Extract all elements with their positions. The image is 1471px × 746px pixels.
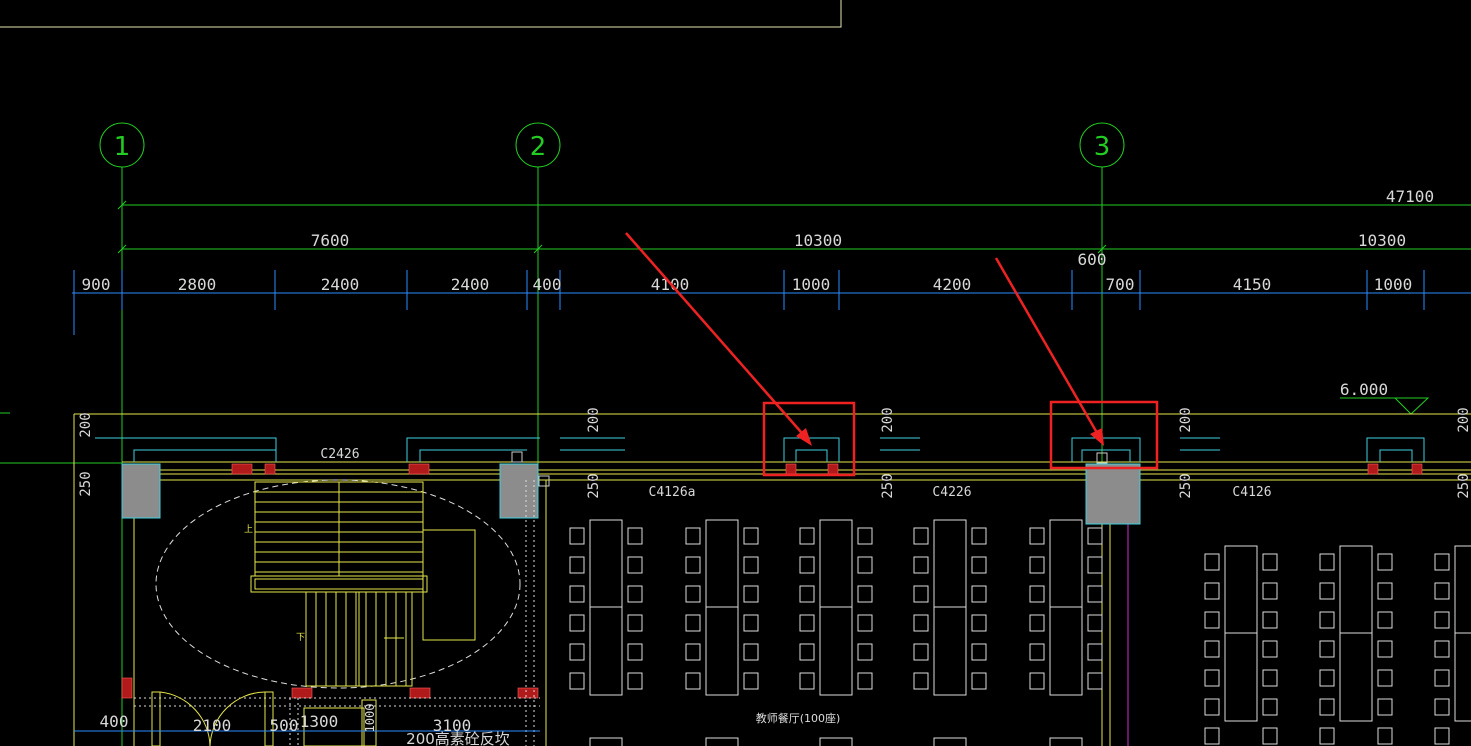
canvas-background [0,0,1471,746]
dim-wall-200-e: 200 [1456,407,1471,432]
cad-floor-plan: 1 2 3 47100 7600 10300 10300 600 900 280… [0,0,1471,746]
column-axis-2 [499,463,539,519]
dim-wall-200-c: 200 [880,407,896,432]
stair-down-label: 下 [296,633,305,643]
dim-detail-0: 900 [82,275,111,294]
axis-label-2: 2 [530,132,547,162]
dim-wall-250-b: 250 [586,473,602,498]
dim-bay-2-3: 10300 [794,231,842,250]
room-label: 教师餐厅(100座) [756,711,841,725]
dim-offset-600: 600 [1078,250,1107,269]
elevation-label: 6.000 [1340,380,1388,399]
window-label-c4126: C4126 [1232,485,1271,500]
dim-wall-200-d: 200 [1178,407,1194,432]
dim-bay-1-2: 7600 [311,231,350,250]
window-label-c2426: C2426 [320,447,359,462]
dim-detail-4: 400 [533,275,562,294]
dim-detail-6: 1000 [792,275,831,294]
dim-bay-3-4: 10300 [1358,231,1406,250]
dim-wall-250-d: 250 [1178,473,1194,498]
dim-detail-8: 700 [1106,275,1135,294]
dim-wall-250-c: 250 [880,473,896,498]
dim-bottom-1000: 1000 [363,704,377,733]
dim-wall-250-a: 250 [78,471,94,496]
dim-detail-10: 1000 [1374,275,1413,294]
dim-detail-2: 2400 [321,275,360,294]
stair-up-label: 上 [244,524,253,535]
dim-bottom-1300: 1300 [300,712,339,731]
dim-wall-200-b: 200 [586,407,602,432]
dim-detail-1: 2800 [178,275,217,294]
axis-label-1: 1 [114,132,131,162]
dim-bottom-500: 500 [270,716,299,735]
dim-detail-3: 2400 [451,275,490,294]
axis-label-3: 3 [1094,132,1111,162]
dim-bottom-2100: 2100 [193,716,232,735]
column-axis-3 [1085,463,1141,525]
dim-wall-200-a: 200 [78,412,94,437]
floor-note: 200高素砼反坎 [406,730,510,746]
dim-overall: 47100 [1386,187,1434,206]
dim-detail-7: 4200 [933,275,972,294]
dim-bottom-400: 400 [100,712,129,731]
window-label-c4226: C4226 [932,485,971,500]
dim-wall-250-e: 250 [1456,473,1471,498]
window-label-c4126a: C4126a [649,485,696,500]
dim-detail-9: 4150 [1233,275,1272,294]
column-axis-1 [121,463,161,519]
